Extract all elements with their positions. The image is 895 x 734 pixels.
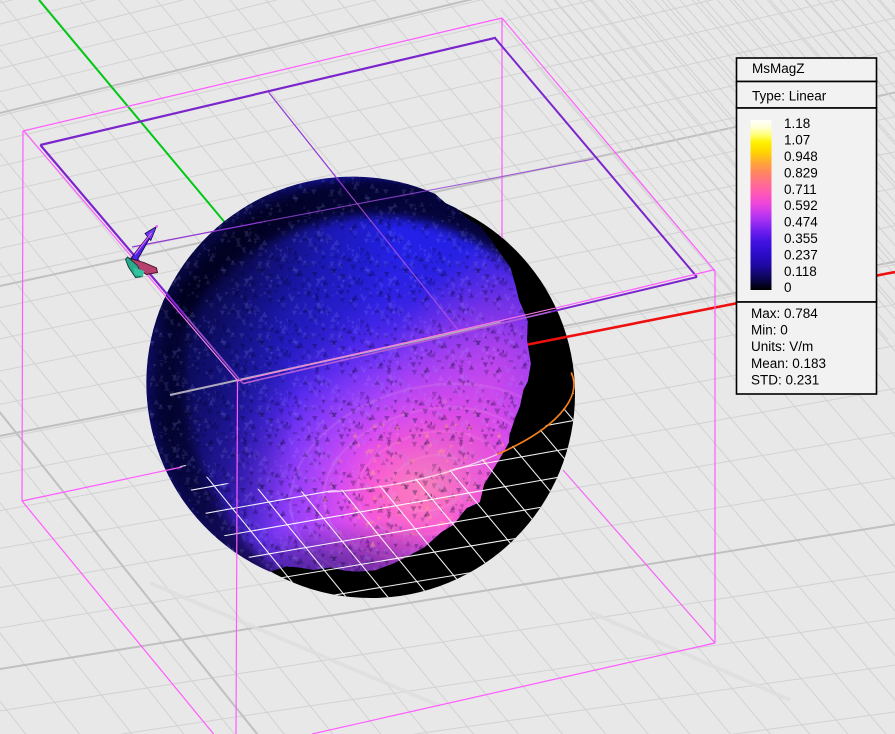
svg-text:0.592: 0.592: [784, 198, 818, 213]
svg-text:0.474: 0.474: [784, 215, 818, 230]
svg-text:0.355: 0.355: [784, 231, 818, 246]
svg-text:1.07: 1.07: [784, 133, 810, 148]
svg-text:0.711: 0.711: [784, 182, 817, 197]
svg-text:0: 0: [784, 280, 792, 295]
svg-text:0.237: 0.237: [784, 247, 818, 262]
svg-text:Type: Linear: Type: Linear: [752, 89, 827, 104]
svg-text:1.18: 1.18: [784, 116, 810, 131]
svg-text:0.118: 0.118: [784, 264, 817, 279]
svg-text:STD: 0.231: STD: 0.231: [751, 372, 819, 387]
svg-text:Min: 0: Min: 0: [751, 323, 788, 338]
svg-text:MsMagZ: MsMagZ: [752, 61, 805, 76]
svg-text:Max: 0.784: Max: 0.784: [751, 306, 818, 321]
svg-text:Mean: 0.183: Mean: 0.183: [751, 356, 826, 371]
svg-text:0.829: 0.829: [784, 165, 818, 180]
svg-text:0.948: 0.948: [784, 149, 818, 164]
svg-text:Units: V/m: Units: V/m: [751, 339, 813, 354]
